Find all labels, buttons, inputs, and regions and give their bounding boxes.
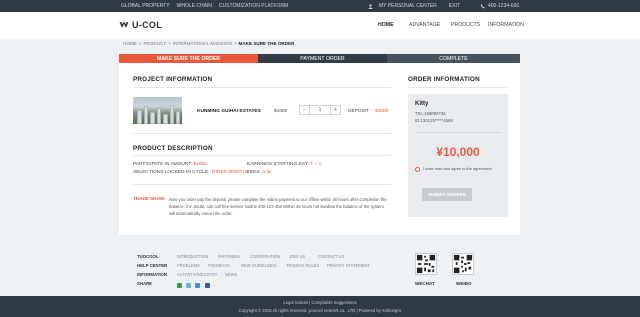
deposit-value: $1000 bbox=[375, 109, 389, 114]
phone-icon bbox=[480, 4, 485, 8]
order-steps: MAKE SURE THE ORDER PAYMENT ORDER COMPLE… bbox=[119, 54, 520, 63]
footer-link-activity-industry[interactable]: ACTIVITY/INDUSTRY bbox=[177, 272, 217, 277]
agreement-radio[interactable] bbox=[415, 167, 420, 172]
top-bar: GLOBAL PROPERTY WHOLE CHAIN CUSTOMIZATIO… bbox=[0, 0, 640, 12]
project-name: KUNMING GUIHAI ESTATES bbox=[197, 109, 261, 114]
order-panel: PROJECT INFORMATION KUNMING GUIHAI ESTAT… bbox=[119, 63, 520, 235]
wechat-share-icon[interactable] bbox=[177, 283, 182, 288]
footer-link-join-us[interactable]: JOIN US bbox=[289, 254, 305, 259]
project-price: $1000 bbox=[274, 109, 288, 114]
wechat-qr-icon bbox=[415, 253, 437, 275]
nav-products[interactable]: PRODUCTS bbox=[451, 22, 480, 28]
step-payment-order: PAYMENT ORDER bbox=[258, 54, 392, 63]
quantity-value[interactable]: 1 bbox=[309, 106, 331, 114]
footer-link-introduction[interactable]: INTRODUCTION bbox=[177, 254, 208, 259]
customer-name: Kitty bbox=[415, 101, 429, 107]
project-thumbnail bbox=[133, 97, 182, 124]
product-description-title: PRODUCT DESCRIPTION bbox=[133, 145, 213, 152]
earnings-value: T + 1 bbox=[310, 162, 322, 167]
nav-advantage[interactable]: ADVANTAGE bbox=[409, 22, 440, 28]
weibo-share-icon[interactable] bbox=[195, 283, 200, 288]
trade-show-label: TRADE SHOW bbox=[133, 196, 165, 201]
footer-information: INFORMATION bbox=[137, 272, 167, 277]
footer-bottom: Legal notices | Complaints Suggestions C… bbox=[0, 296, 640, 317]
step-complete: COMPLETE bbox=[387, 54, 520, 63]
top-link-customization-platform[interactable]: CUSTOMIZATION PLATFORM bbox=[219, 3, 288, 9]
footer-share: SHARE bbox=[137, 281, 153, 286]
footer-link-privacy-statement[interactable]: PRIVACY STATEMENT bbox=[327, 263, 370, 268]
divider bbox=[133, 133, 391, 134]
top-account: MY PERSONAL CENTER EXIT bbox=[368, 3, 460, 9]
facebook-share-icon[interactable] bbox=[205, 283, 210, 288]
footer-links: TUOCOOL HELP CENTER INFORMATION SHARE IN… bbox=[0, 243, 640, 296]
breadcrumb-product[interactable]: PRODUCT bbox=[143, 41, 166, 46]
breadcrumb: HOME > PRODUCT > INTERNATIONAL MANSION > MA… bbox=[123, 41, 295, 46]
top-link-whole-chain[interactable]: WHOLE CHAIN bbox=[177, 3, 212, 9]
earnings-row: EARNINGS STARTING DAY: T + 1 bbox=[247, 162, 321, 167]
quantity-stepper: − 1 + bbox=[299, 105, 341, 115]
decrease-button[interactable]: − bbox=[300, 106, 309, 114]
footer-link-trading-rules[interactable]: TRADING RULES bbox=[286, 263, 319, 268]
order-amount: ¥10,000 bbox=[436, 145, 480, 159]
order-summary-card: Kitty TEL:158092736 ID:130125*****4568 ¥… bbox=[408, 94, 508, 217]
earnings-label: EARNINGS STARTING DAY: bbox=[247, 162, 310, 167]
breadcrumb-current: MAKE SURE THE ORDER bbox=[238, 41, 295, 46]
amount-label: PARTICIPATE IN AMOUNT: bbox=[133, 162, 193, 167]
footer-link-problems[interactable]: PROBLEMS bbox=[177, 263, 200, 268]
customer-tel: TEL:158092736 bbox=[415, 111, 446, 116]
divider bbox=[133, 184, 391, 185]
agreement-text[interactable]: I have read and agree to the agreement bbox=[423, 166, 498, 172]
qq-share-icon[interactable] bbox=[186, 283, 191, 288]
logo-mark-icon bbox=[119, 21, 129, 28]
user-icon bbox=[368, 3, 373, 9]
trade-show-text: Now you order pay the deposit, please co… bbox=[169, 197, 387, 216]
top-link-global-property[interactable]: GLOBAL PROPERTY bbox=[121, 3, 170, 9]
divider bbox=[408, 87, 508, 88]
deposit-label: DEPOSIT bbox=[348, 109, 370, 114]
order-info-title: ORDER INFORMATION bbox=[408, 76, 480, 83]
logo[interactable]: U-COL bbox=[119, 20, 162, 30]
cycle-row: SELECTIONS LOCKED-IN CYCLE: THREE MONTHS bbox=[133, 170, 249, 175]
footer-link-contact-us[interactable]: CONTACT US bbox=[318, 254, 344, 259]
divider bbox=[415, 132, 501, 133]
increase-button[interactable]: + bbox=[331, 106, 340, 114]
cycle-label: SELECTIONS LOCKED-IN CYCLE: bbox=[133, 170, 210, 175]
nav-information[interactable]: INFORMATION bbox=[488, 22, 524, 28]
submit-order-button[interactable]: SUBMIT ORDERS bbox=[422, 188, 472, 201]
footer-link-news[interactable]: NEWS bbox=[225, 272, 237, 277]
fees-row: FEES: 3 ‰ bbox=[247, 170, 271, 175]
main-header: U-COL HOME ADVANTAGE PRODUCTS INFORMATIO… bbox=[0, 12, 640, 39]
copyright: Copyright © 2015 All rights reserved. yo… bbox=[238, 308, 402, 313]
footer-link-partners[interactable]: PARTNERS bbox=[218, 254, 240, 259]
exit-link[interactable]: EXIT bbox=[449, 3, 460, 9]
logo-text: U-COL bbox=[132, 20, 162, 30]
amount-row: PARTICIPATE IN AMOUNT: $1000 bbox=[133, 162, 207, 167]
footer-link-new-guidelines[interactable]: NEW GUIDELINES bbox=[241, 263, 277, 268]
weibo-label: WEIBO bbox=[456, 281, 472, 286]
divider bbox=[133, 155, 391, 156]
fees-value: 3 ‰ bbox=[262, 170, 272, 175]
footer-tuocool: TUOCOOL bbox=[137, 254, 159, 259]
legal-links[interactable]: Legal notices | Complaints Suggestions bbox=[0, 300, 640, 305]
phone-number: 400-1234-666 bbox=[488, 3, 520, 9]
personal-center-link[interactable]: MY PERSONAL CENTER bbox=[379, 3, 437, 9]
customer-id: ID:130125*****4568 bbox=[415, 118, 453, 123]
step-confirm-order: MAKE SURE THE ORDER bbox=[119, 54, 263, 63]
wechat-label: WECHAT bbox=[415, 281, 435, 286]
project-info-title: PROJECT INFORMATION bbox=[133, 76, 213, 83]
top-links: GLOBAL PROPERTY WHOLE CHAIN CUSTOMIZATIO… bbox=[121, 3, 288, 9]
divider bbox=[133, 87, 391, 88]
amount-value: $1000 bbox=[193, 162, 207, 167]
weibo-qr-icon bbox=[452, 253, 474, 275]
top-phone: 400-1234-666 bbox=[480, 3, 519, 9]
breadcrumb-home[interactable]: HOME bbox=[123, 41, 137, 46]
footer-link-cooperation[interactable]: COOPERATION bbox=[250, 254, 280, 259]
fees-label: FEES: bbox=[247, 170, 261, 175]
footer-help-center: HELP CENTER bbox=[137, 263, 168, 268]
breadcrumb-mansion[interactable]: INTERNATIONAL MANSION bbox=[173, 41, 232, 46]
cycle-value: THREE MONTHS bbox=[210, 170, 250, 175]
footer-link-feedback[interactable]: FEEDBACK bbox=[208, 263, 230, 268]
nav-home[interactable]: HOME bbox=[378, 22, 394, 28]
